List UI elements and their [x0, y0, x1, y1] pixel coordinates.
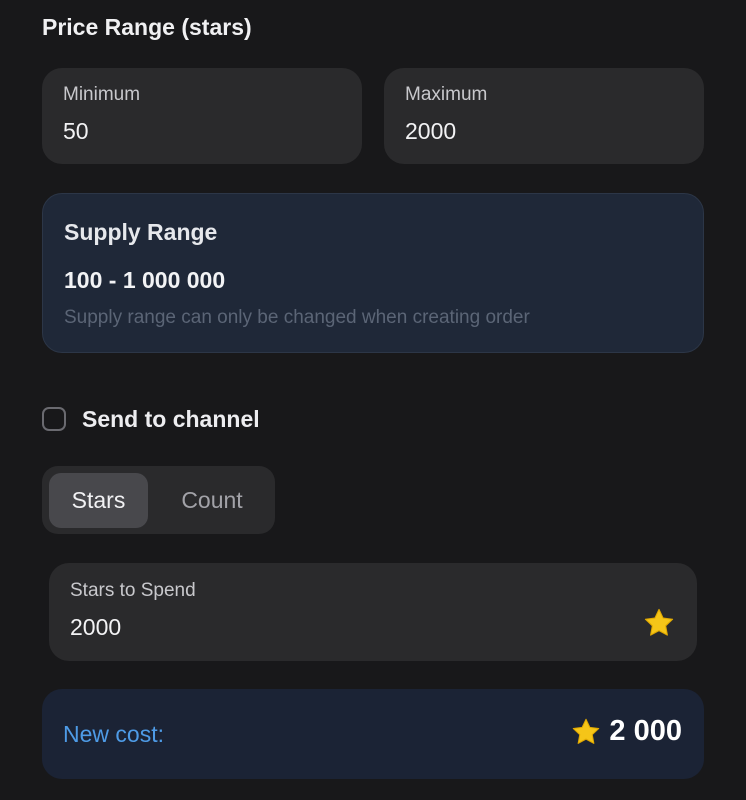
order-settings-panel: Price Range (stars) Minimum Maximum Supp…	[0, 0, 746, 800]
price-range-title: Price Range (stars)	[42, 14, 252, 40]
maximum-price-input[interactable]	[405, 118, 665, 145]
new-cost-label: New cost:	[63, 721, 164, 747]
minimum-price-input[interactable]	[63, 118, 323, 145]
star-icon	[644, 608, 674, 636]
stars-to-spend-input[interactable]	[70, 614, 570, 641]
send-to-channel-label: Send to channel	[82, 405, 260, 432]
new-cost-card: New cost: 2 000	[42, 689, 704, 779]
new-cost-value: 2 000	[609, 715, 682, 747]
star-icon	[573, 718, 600, 744]
stars-to-spend-label: Stars to Spend	[70, 580, 196, 601]
mode-toggle: Stars Count	[42, 466, 275, 534]
tab-count[interactable]: Count	[156, 473, 268, 528]
send-to-channel-checkbox[interactable]	[42, 407, 66, 431]
supply-range-card: Supply Range 100 - 1 000 000 Supply rang…	[42, 193, 704, 353]
new-cost-amount: 2 000	[571, 715, 682, 748]
tab-stars[interactable]: Stars	[49, 473, 148, 528]
supply-range-note: Supply range can only be changed when cr…	[64, 307, 530, 328]
maximum-label: Maximum	[405, 84, 488, 105]
minimum-label: Minimum	[63, 84, 141, 105]
minimum-price-field[interactable]: Minimum	[42, 68, 362, 164]
maximum-price-field[interactable]: Maximum	[384, 68, 704, 164]
supply-range-title: Supply Range	[64, 219, 218, 245]
send-to-channel-option[interactable]: Send to channel	[42, 404, 260, 434]
stars-to-spend-field[interactable]: Stars to Spend	[49, 563, 697, 661]
supply-range-value: 100 - 1 000 000	[64, 267, 226, 293]
